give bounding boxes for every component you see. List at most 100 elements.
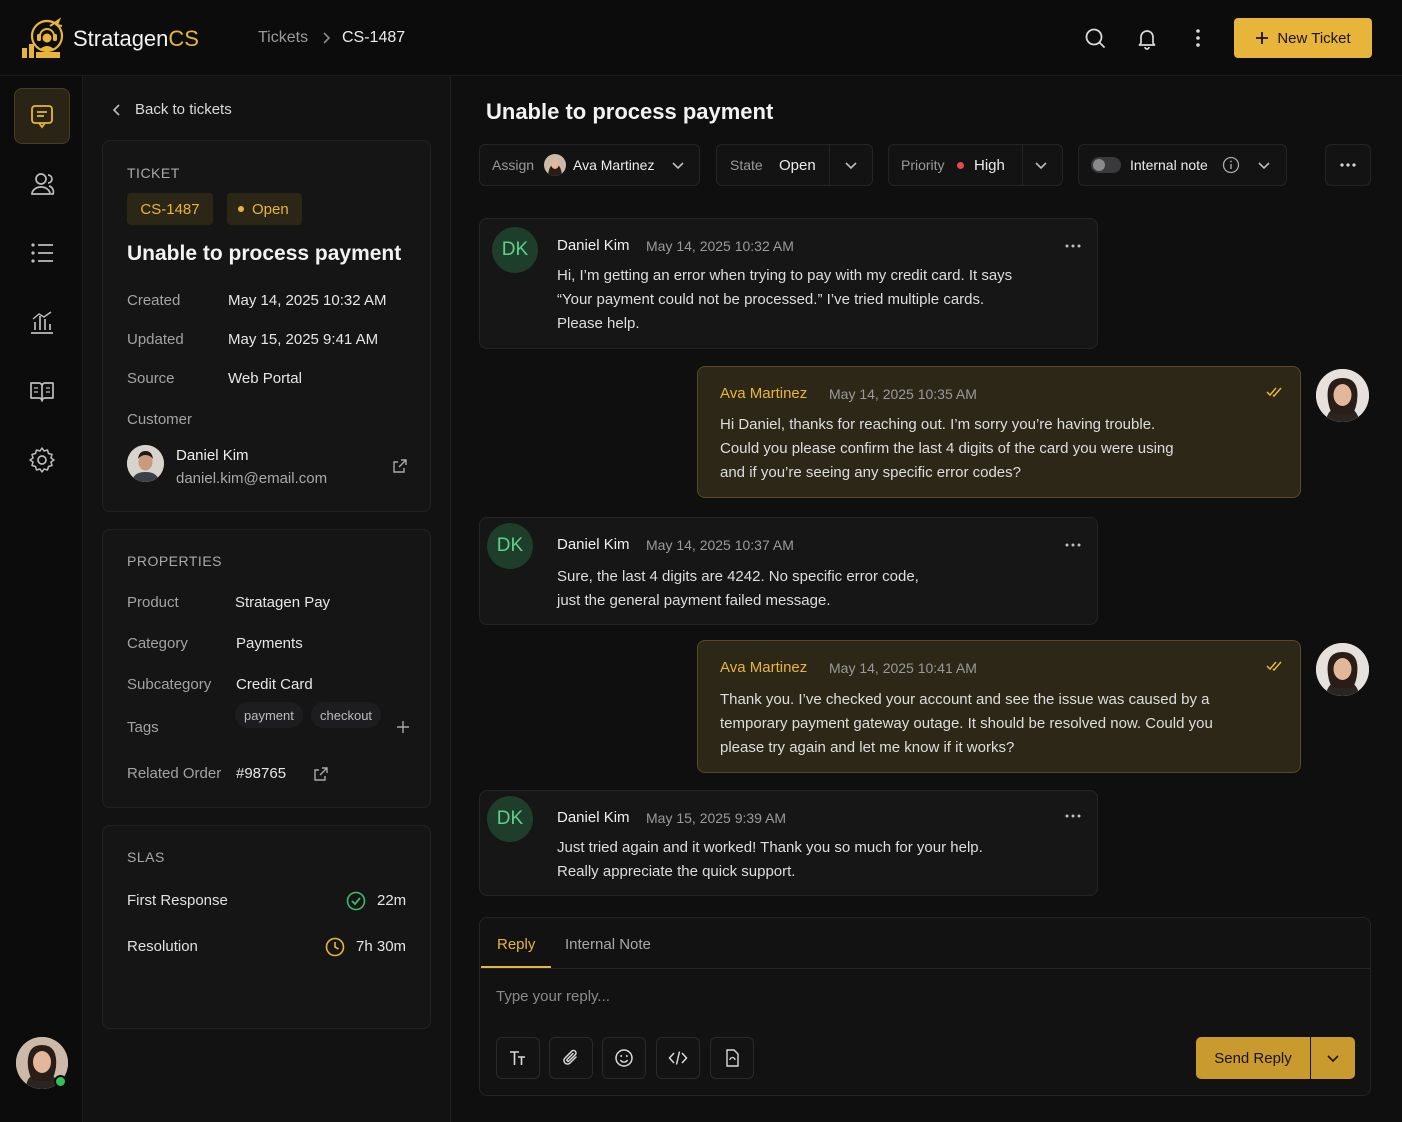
status-badge: Open xyxy=(227,193,302,225)
tab-reply[interactable]: Reply xyxy=(497,936,535,953)
status-label: Open xyxy=(252,200,289,218)
customer-name[interactable]: Daniel Kim xyxy=(176,447,249,464)
message-sender: Daniel Kim xyxy=(557,809,630,826)
priority-value: High xyxy=(974,156,1005,174)
tag-payment[interactable]: payment xyxy=(235,702,303,728)
category-value[interactable]: Payments xyxy=(236,635,303,652)
chevron-down-icon xyxy=(1257,158,1271,172)
assignee-name: Ava Martinez xyxy=(573,157,655,173)
chevron-left-icon xyxy=(112,103,120,116)
updated-label: Updated xyxy=(127,331,184,348)
message-body: Just tried again and it worked! Thank yo… xyxy=(557,839,983,880)
first-response-value: 22m xyxy=(377,892,407,909)
assign-label: Assign xyxy=(492,157,535,173)
ticket-section-title: TICKET xyxy=(127,165,180,181)
bar-chart-icon xyxy=(31,311,53,334)
message-more-icon[interactable] xyxy=(1064,542,1082,548)
top-bar: StratagenCS Tickets CS-1487 New Ticket xyxy=(0,0,1402,76)
search-icon[interactable] xyxy=(1083,26,1107,50)
toggle-switch[interactable] xyxy=(1091,157,1121,173)
message-time: May 14, 2025 10:41 AM xyxy=(829,660,977,676)
message-customer: DK Daniel Kim May 14, 2025 10:32 AM Hi, … xyxy=(479,218,1098,349)
internal-note-toggle[interactable]: Internal note xyxy=(1078,144,1287,186)
message-customer: DK Daniel Kim May 14, 2025 10:37 AM Sure… xyxy=(479,517,1098,625)
attach-button[interactable] xyxy=(549,1037,593,1079)
chevron-down-icon xyxy=(844,158,858,172)
external-link-icon[interactable] xyxy=(313,766,329,782)
external-link-icon[interactable] xyxy=(392,458,408,474)
bell-icon[interactable] xyxy=(1135,26,1159,50)
message-time: May 14, 2025 10:37 AM xyxy=(646,537,794,553)
status-dot xyxy=(238,206,244,212)
divider xyxy=(480,968,1370,969)
product-label: Product xyxy=(127,594,179,611)
saved-reply-button[interactable] xyxy=(710,1037,754,1079)
message-agent: Ava Martinez May 14, 2025 10:35 AM Hi Da… xyxy=(697,366,1301,498)
chevron-down-icon xyxy=(1327,1055,1339,1063)
nav-contacts[interactable] xyxy=(14,156,70,212)
nav-reports[interactable] xyxy=(14,294,70,350)
created-label: Created xyxy=(127,292,181,309)
logo-icon xyxy=(20,16,68,62)
double-check-icon xyxy=(1266,386,1284,398)
resolution-value: 7h 30m xyxy=(356,938,407,955)
state-value: Open xyxy=(779,156,816,174)
nav-settings[interactable] xyxy=(14,432,70,488)
more-options-button[interactable] xyxy=(1325,144,1371,186)
message-body: Thank you. I’ve checked your account and… xyxy=(720,691,1213,756)
send-reply-button[interactable]: Send Reply xyxy=(1196,1037,1310,1079)
more-horizontal-icon xyxy=(1340,163,1356,167)
slas-card: SLAS First Response 22m Resolution 7h 30… xyxy=(102,825,431,1029)
customer-initials-avatar: DK xyxy=(487,796,533,842)
divider xyxy=(1022,145,1023,185)
code-button[interactable] xyxy=(656,1037,700,1079)
reply-input[interactable] xyxy=(496,984,1356,1008)
message-body: Sure, the last 4 digits are 4242. No spe… xyxy=(557,568,919,609)
ticket-title: Unable to process payment xyxy=(127,242,402,265)
info-icon[interactable] xyxy=(1222,156,1240,174)
back-to-tickets-link[interactable]: Back to tickets xyxy=(109,101,232,118)
list-icon xyxy=(31,243,53,263)
resolution-label: Resolution xyxy=(127,938,198,955)
message-more-icon[interactable] xyxy=(1064,813,1082,819)
nav-tickets[interactable] xyxy=(14,88,70,144)
properties-section-title: PROPERTIES xyxy=(127,553,222,569)
new-ticket-button[interactable]: New Ticket xyxy=(1234,18,1372,58)
message-more-icon[interactable] xyxy=(1064,243,1082,249)
source-label: Source xyxy=(127,370,175,387)
tag-checkout[interactable]: checkout xyxy=(311,702,382,728)
message-sender: Daniel Kim xyxy=(557,237,630,254)
state-dropdown[interactable]: State Open xyxy=(716,144,873,186)
breadcrumb-current: CS-1487 xyxy=(342,29,406,46)
message-body: Hi Daniel, thanks for reaching out. I’m … xyxy=(720,416,1174,481)
properties-card: PROPERTIES Product Stratagen Pay Categor… xyxy=(102,529,431,808)
product-value[interactable]: Stratagen Pay xyxy=(235,594,330,611)
message-time: May 14, 2025 10:35 AM xyxy=(829,386,977,402)
users-icon xyxy=(31,173,55,195)
add-tag-icon[interactable] xyxy=(395,719,411,735)
nav-knowledge-base[interactable] xyxy=(14,363,70,419)
text-size-icon xyxy=(510,1051,525,1065)
emoji-button[interactable] xyxy=(602,1037,646,1079)
customer-label: Customer xyxy=(127,411,193,428)
priority-dropdown[interactable]: Priority High xyxy=(888,144,1063,186)
breadcrumb-tickets[interactable]: Tickets xyxy=(258,29,308,47)
gear-icon xyxy=(29,447,55,473)
brand-name[interactable]: StratagenCS xyxy=(73,26,199,52)
tab-internal-note[interactable]: Internal Note xyxy=(565,936,651,953)
related-order-value[interactable]: #98765 xyxy=(236,765,286,782)
ticket-card: TICKET CS-1487 Open Unable to process pa… xyxy=(102,140,431,512)
assign-dropdown[interactable]: Assign Ava Martinez xyxy=(479,144,700,186)
reply-composer: Reply Internal Note Send Reply xyxy=(479,917,1371,1096)
nav-rail xyxy=(0,76,83,1122)
message-sender: Ava Martinez xyxy=(720,659,808,676)
more-vertical-icon[interactable] xyxy=(1186,26,1210,50)
subcategory-value[interactable]: Credit Card xyxy=(236,676,313,693)
text-format-button[interactable] xyxy=(496,1037,540,1079)
page-title: Unable to process payment xyxy=(486,99,774,124)
chevron-down-icon xyxy=(1034,158,1048,172)
send-options-dropdown[interactable] xyxy=(1311,1037,1355,1079)
state-label: State xyxy=(730,157,763,173)
book-icon xyxy=(30,382,54,402)
nav-list[interactable] xyxy=(14,225,70,281)
